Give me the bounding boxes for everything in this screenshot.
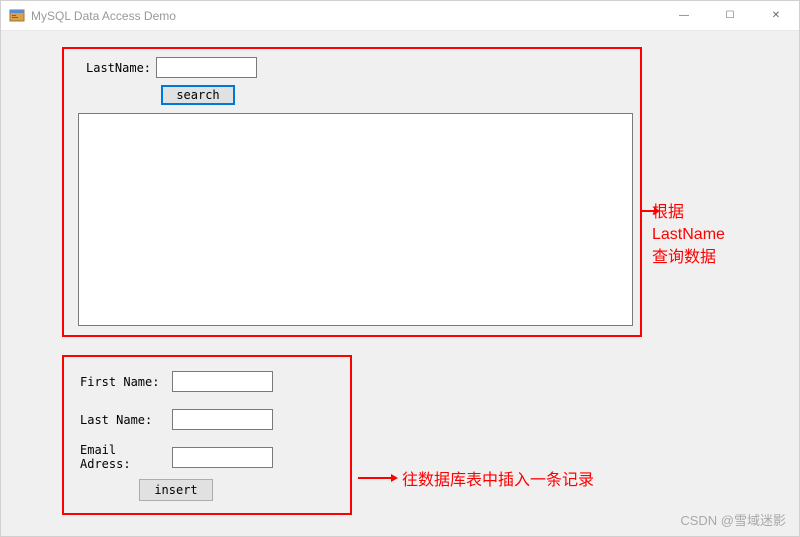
lastname-row: Last Name: (80, 409, 273, 430)
email-label: Email Adress: (80, 443, 172, 471)
email-row: Email Adress: (80, 443, 273, 471)
firstname-label: First Name: (80, 375, 172, 389)
app-icon (9, 8, 25, 24)
lastname-input[interactable] (156, 57, 257, 78)
insert-annotation: 往数据库表中插入一条记录 (402, 470, 594, 492)
close-button[interactable]: ✕ (753, 1, 799, 31)
watermark-text: CSDN @雪域迷影 (680, 510, 786, 529)
insert-button[interactable]: insert (139, 479, 213, 501)
search-button[interactable]: search (161, 85, 235, 105)
email-input[interactable] (172, 447, 273, 468)
titlebar-buttons: — ☐ ✕ (661, 1, 799, 31)
insert-lastname-label: Last Name: (80, 413, 172, 427)
insert-group: First Name: Last Name: Email Adress: ins… (62, 355, 352, 515)
search-group: LastName: search (62, 47, 642, 337)
titlebar: MySQL Data Access Demo — ☐ ✕ (1, 1, 799, 31)
app-window: MySQL Data Access Demo — ☐ ✕ LastName: s… (0, 0, 800, 537)
insert-lastname-input[interactable] (172, 409, 273, 430)
results-textarea[interactable] (78, 113, 633, 326)
firstname-input[interactable] (172, 371, 273, 392)
minimize-button[interactable]: — (661, 1, 707, 31)
firstname-row: First Name: (80, 371, 273, 392)
search-annotation: 根据 LastName 查询数据 (652, 202, 725, 269)
maximize-button[interactable]: ☐ (707, 1, 753, 31)
window-title: MySQL Data Access Demo (31, 9, 176, 23)
arrow-icon (358, 472, 398, 484)
client-area: LastName: search First Name: Last Name: … (2, 32, 798, 535)
lastname-label: LastName: (86, 61, 151, 75)
